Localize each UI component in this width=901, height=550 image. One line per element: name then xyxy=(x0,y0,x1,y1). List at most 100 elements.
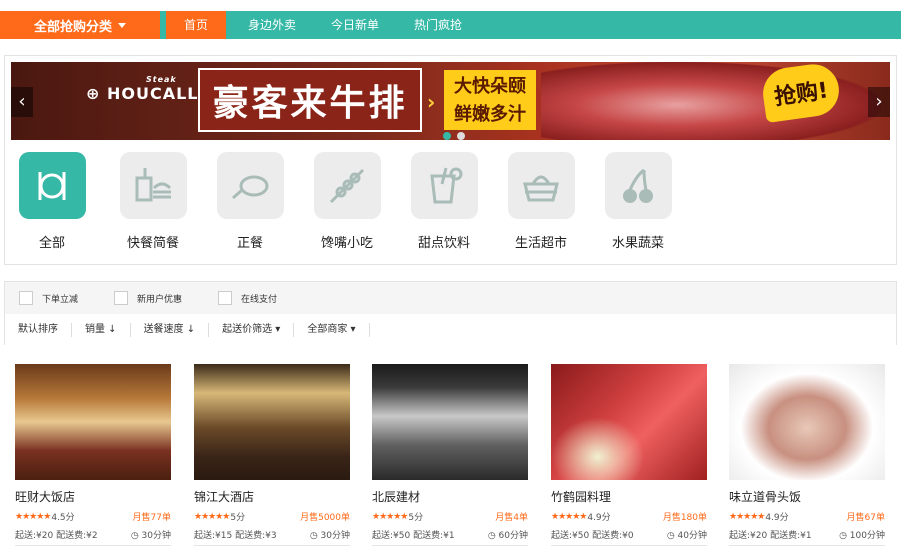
carousel-dot[interactable] xyxy=(443,132,451,140)
monthly-sales: 月售180单 xyxy=(662,513,707,523)
shop-rating: ★★★★★ 4.5分 xyxy=(15,510,75,524)
shop-name[interactable]: 旺财大饭店 xyxy=(15,488,75,505)
nav-hot-deals[interactable]: 热门疯抢 xyxy=(404,11,472,39)
divider xyxy=(194,545,350,546)
delivery-fee: 起送:¥15 配送费:¥3 xyxy=(194,531,277,541)
chicken-icon xyxy=(216,152,284,219)
all-categories-button[interactable]: 全部抢购分类 xyxy=(0,11,160,39)
sort-default[interactable]: 默认排序 xyxy=(5,323,72,337)
sort-row: 默认排序 销量 ↓ 送餐速度 ↓ 起送价筛选 ▾ 全部商家 ▾ xyxy=(5,314,896,346)
delivery-time: ◷ 100分钟 xyxy=(839,531,885,541)
sort-all-shops[interactable]: 全部商家 ▾ xyxy=(294,323,370,337)
filter-order-discount[interactable]: 下单立减 xyxy=(19,291,78,305)
delivery-time: ◷ 30分钟 xyxy=(309,531,350,541)
carousel-next-button[interactable]: › xyxy=(868,87,890,117)
shop-name[interactable]: 锦江大酒店 xyxy=(194,488,254,505)
shop-card[interactable]: 锦江大酒店 ★★★★★ 5分 月售5000单 起送:¥15 配送费:¥3 ◷ 30… xyxy=(194,364,350,550)
divider xyxy=(551,545,707,546)
divider xyxy=(372,545,528,546)
rating-value: 4.9分 xyxy=(587,513,611,523)
stars-icon: ★★★★★ xyxy=(551,511,587,522)
category-main-meal[interactable]: 正餐 xyxy=(205,152,295,251)
shop-image[interactable] xyxy=(551,364,707,480)
shop-name[interactable]: 竹鹤园料理 xyxy=(551,488,611,505)
shop-rating: ★★★★★ 4.9分 xyxy=(551,510,611,524)
monthly-sales: 月售5000单 xyxy=(300,513,350,523)
checkbox-row: 下单立减 新用户优惠 在线支付 xyxy=(5,282,896,314)
skewer-icon xyxy=(313,152,381,219)
promo-banner[interactable]: ⊕ HOUCALLER Steak 豪客来牛排 › 大快朵颐 鲜嫩多汁 抢购! ‹ … xyxy=(11,62,890,140)
shop-name[interactable]: 味立道骨头饭 xyxy=(729,488,801,505)
category-label: 生活超市 xyxy=(514,236,567,251)
stars-icon: ★★★★★ xyxy=(729,511,765,522)
monthly-sales: 月售4单 xyxy=(495,513,528,523)
delivery-fee: 起送:¥50 配送费:¥0 xyxy=(551,531,634,541)
shop-rating: ★★★★★ 5分 xyxy=(194,510,246,524)
rating-value: 4.5分 xyxy=(51,513,75,523)
stars-icon: ★★★★★ xyxy=(194,511,230,522)
shop-name[interactable]: 北辰建材 xyxy=(372,488,420,505)
checkbox[interactable] xyxy=(114,291,129,305)
delivery-time: ◷ 40分钟 xyxy=(666,531,707,541)
shop-image[interactable] xyxy=(372,364,528,480)
nav-home[interactable]: 首页 xyxy=(166,11,226,39)
category-fruits[interactable]: 水果蔬菜 xyxy=(593,152,683,251)
category-label: 甜点饮料 xyxy=(417,236,470,251)
fastfood-icon xyxy=(119,152,187,219)
shop-card[interactable]: 竹鹤园料理 ★★★★★ 4.9分 月售180单 起送:¥50 配送费:¥0 ◷ 4… xyxy=(551,364,707,550)
rating-value: 5分 xyxy=(408,513,424,523)
shop-image[interactable] xyxy=(729,364,885,480)
filter-panel: 下单立减 新用户优惠 在线支付 默认排序 销量 ↓ 送餐速度 ↓ 起送价筛选 ▾… xyxy=(4,281,897,346)
delivery-time: ◷ 60分钟 xyxy=(487,531,528,541)
shop-card[interactable]: 味立道骨头饭 ★★★★★ 4.9分 月售67单 起送:¥20 配送费:¥1 ◷ 1… xyxy=(729,364,885,550)
carousel-dot[interactable] xyxy=(457,132,465,140)
category-snacks[interactable]: 馋嘴小吃 xyxy=(302,152,392,251)
basket-icon xyxy=(507,152,575,219)
delivery-fee: 起送:¥50 配送费:¥1 xyxy=(372,531,455,541)
category-label: 水果蔬菜 xyxy=(611,236,664,251)
shop-card[interactable]: 北辰建材 ★★★★★ 5分 月售4单 起送:¥50 配送费:¥1 ◷ 60分钟 xyxy=(372,364,528,550)
sort-speed[interactable]: 送餐速度 ↓ xyxy=(131,323,210,337)
category-label: 快餐简餐 xyxy=(126,236,179,251)
category-fastfood[interactable]: 快餐简餐 xyxy=(108,152,198,251)
cherry-icon xyxy=(604,152,672,219)
delivery-time: ◷ 30分钟 xyxy=(130,531,171,541)
banner-slogan: 大快朵颐 鲜嫩多汁 xyxy=(444,70,536,130)
nav-nearby-takeout[interactable]: 身边外卖 xyxy=(238,11,306,39)
rating-value: 4.9分 xyxy=(765,513,789,523)
sort-min-price[interactable]: 起送价筛选 ▾ xyxy=(209,323,295,337)
caret-down-icon xyxy=(118,22,126,28)
rating-value: 5分 xyxy=(230,513,246,523)
top-nav: 全部抢购分类 首页 身边外卖 今日新单 热门疯抢 xyxy=(0,11,901,39)
drink-icon xyxy=(410,152,478,219)
monthly-sales: 月售77单 xyxy=(132,513,171,523)
monthly-sales: 月售67单 xyxy=(846,513,885,523)
shop-image[interactable] xyxy=(15,364,171,480)
utensils-icon xyxy=(18,152,86,219)
slogan-line-2: 鲜嫩多汁 xyxy=(454,104,526,125)
category-supermarket[interactable]: 生活超市 xyxy=(496,152,586,251)
logo-small-text: Steak xyxy=(146,75,177,84)
divider xyxy=(729,545,885,546)
category-label: 馋嘴小吃 xyxy=(320,236,373,251)
shop-image[interactable] xyxy=(194,364,350,480)
checkbox[interactable] xyxy=(218,291,233,305)
category-label: 正餐 xyxy=(236,236,263,251)
checkbox-label: 新用户优惠 xyxy=(137,294,183,305)
shop-card[interactable]: 旺财大饭店 ★★★★★ 4.5分 月售77单 起送:¥20 配送费:¥2 ◷ 30… xyxy=(15,364,171,550)
stars-icon: ★★★★★ xyxy=(15,511,51,522)
checkbox[interactable] xyxy=(19,291,33,305)
checkbox-label: 下单立减 xyxy=(42,294,79,305)
shop-rating: ★★★★★ 4.9分 xyxy=(729,510,789,524)
nav-new-today[interactable]: 今日新单 xyxy=(320,11,390,39)
category-drinks[interactable]: 甜点饮料 xyxy=(399,152,489,251)
filter-online-pay[interactable]: 在线支付 xyxy=(218,291,277,305)
category-label: 全部 xyxy=(38,236,65,251)
divider xyxy=(15,545,171,546)
shop-rating: ★★★★★ 5分 xyxy=(372,510,424,524)
category-all[interactable]: 全部 xyxy=(7,152,97,251)
category-row: 全部 快餐简餐 正餐 馋嘴小吃 甜点饮料 生活超市 水果蔬菜 xyxy=(5,152,896,262)
carousel-prev-button[interactable]: ‹ xyxy=(11,87,33,117)
filter-new-user[interactable]: 新用户优惠 xyxy=(114,291,182,305)
sort-sales[interactable]: 销量 ↓ xyxy=(72,323,131,337)
